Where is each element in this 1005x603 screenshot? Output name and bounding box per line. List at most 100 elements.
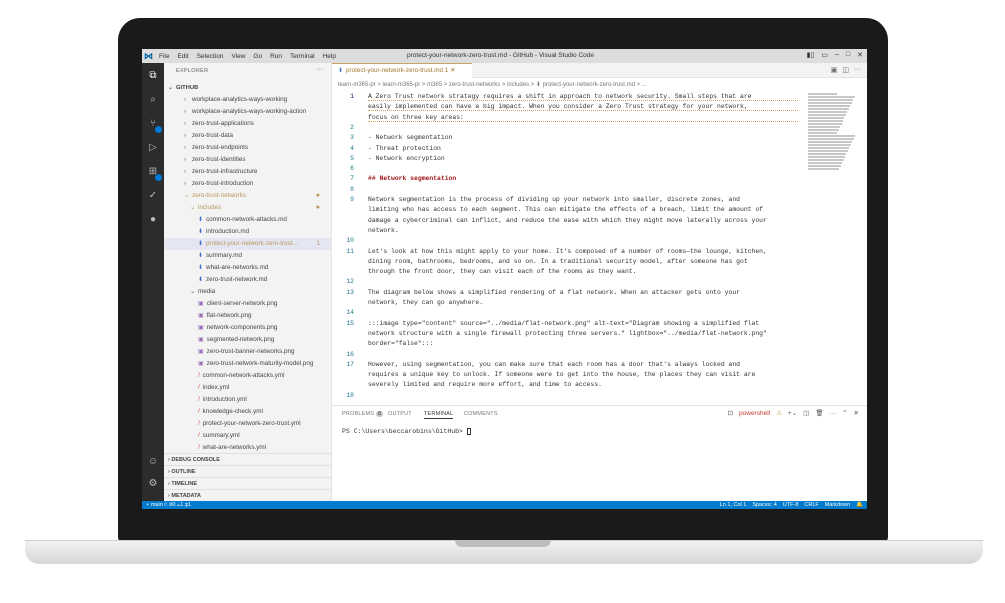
account-icon[interactable]: ☺ [146, 455, 160, 469]
section-metadata[interactable]: › METADATA [164, 489, 332, 501]
source-control-icon[interactable]: ⑂ [146, 117, 162, 133]
tab-problems[interactable]: PROBLEMS 8 [342, 411, 384, 417]
menu-selection[interactable]: Selection [193, 53, 228, 60]
tree-file[interactable]: ▣ network-components.png [164, 322, 332, 334]
menu-file[interactable]: File [155, 53, 173, 60]
tree-folder[interactable]: › zero-trust-applications [164, 118, 332, 130]
code-line[interactable]: :::image type="content" source="../media… [368, 320, 798, 327]
more-icon[interactable]: ··· [854, 66, 861, 74]
run-debug-icon[interactable]: ▷ [146, 141, 160, 155]
tree-folder[interactable]: › zero-trust-endpoints [164, 142, 332, 154]
code-line[interactable]: - Network segmentation [368, 134, 798, 141]
new-terminal-icon[interactable]: +⌄ [788, 409, 797, 417]
preview-icon[interactable]: ▣ [831, 66, 838, 74]
menu-view[interactable]: View [227, 53, 249, 60]
section-outline[interactable]: › OUTLINE [164, 465, 332, 477]
tree-file[interactable]: ! index.yml [164, 382, 332, 394]
tree-file[interactable]: ▣ flat-network.png [164, 310, 332, 322]
trash-icon[interactable]: 🗑 [815, 409, 823, 417]
tree-file[interactable]: ! introduction.yml [164, 394, 332, 406]
maximize-icon[interactable]: □ [846, 51, 850, 59]
menu-run[interactable]: Run [266, 53, 286, 60]
breadcrumb[interactable]: learn-m365-pr > learn-m365-pr > m365 > z… [338, 81, 647, 88]
tab-comments[interactable]: COMMENTS [464, 411, 498, 417]
section-debug-console[interactable]: › DEBUG CONSOLE [164, 453, 332, 465]
tree-file[interactable]: ⬇ summary.md [164, 250, 332, 262]
tree-folder[interactable]: › zero-trust-infrastructure [164, 166, 332, 178]
code-line[interactable]: easily implemented can have a big impact… [368, 103, 798, 112]
code-line[interactable]: A Zero Trust network strategy requires a… [368, 93, 798, 101]
search-icon[interactable]: ⌕ [146, 93, 160, 107]
encoding[interactable]: UTF-8 [783, 501, 799, 509]
testing-icon[interactable]: ✓ [146, 189, 160, 203]
tree-folder[interactable]: › zero-trust-data [164, 130, 332, 142]
code-line[interactable]: through the front door, they can visit e… [368, 268, 798, 275]
menu-terminal[interactable]: Terminal [286, 53, 319, 60]
cursor-position[interactable]: Ln 1, Col 1 [720, 501, 747, 509]
explorer-icon[interactable]: ⧉ [146, 69, 160, 83]
code-line[interactable]: The diagram below shows a simplified ren… [368, 289, 798, 296]
tree-file-selected[interactable]: ⬇ protect-your-network-zero-trust... 1 [164, 238, 332, 250]
shell-name[interactable]: powershell [739, 410, 770, 417]
tree-file[interactable]: ! common-network-attacks.yml [164, 370, 332, 382]
tree-folder[interactable]: › workplace-analytics-ways-working [164, 94, 332, 106]
close-icon[interactable]: ✕ [857, 51, 863, 59]
section-timeline[interactable]: › TIMELINE [164, 477, 332, 489]
code-line[interactable]: limiting who has access to each segment.… [368, 206, 798, 213]
tree-folder[interactable]: › zero-trust-identities [164, 154, 332, 166]
code-line[interactable]: severely limited and require more effort… [368, 381, 798, 388]
split-editor-icon[interactable]: ◫ [842, 66, 849, 74]
code-line[interactable]: network, they can go anywhere. [368, 299, 798, 306]
settings-gear-icon[interactable]: ⚙ [146, 477, 160, 491]
eol[interactable]: CRLF [804, 501, 818, 509]
menu-edit[interactable]: Edit [173, 53, 192, 60]
tree-root[interactable]: ⌄ GITHUB [164, 82, 332, 94]
tree-file[interactable]: ⬇ zero-trust-network.md [164, 274, 332, 286]
code-editor[interactable]: 1 A Zero Trust network strategy requires … [332, 93, 798, 403]
tree-folder-open[interactable]: ⌄ includes ● [164, 202, 332, 214]
tab-output[interactable]: OUTPUT [388, 411, 412, 417]
code-line[interactable]: ## Network segmentation [368, 175, 798, 182]
close-panel-icon[interactable]: ✕ [854, 409, 859, 417]
code-line[interactable]: requires a unique key to unlock. If some… [368, 371, 798, 378]
code-line[interactable]: network. [368, 227, 798, 234]
minimize-icon[interactable]: – [835, 51, 839, 59]
code-line[interactable]: damage a cybercriminal can inflict, and … [368, 217, 798, 224]
tree-file[interactable]: ▣ segmented-network.png [164, 334, 332, 346]
notifications-icon[interactable]: 🔔 [856, 501, 863, 509]
tree-folder-open[interactable]: ⌄ zero-trust-networks ● [164, 190, 332, 202]
tree-file[interactable]: ! knowledge-check.yml [164, 406, 332, 418]
tab-terminal[interactable]: TERMINAL [424, 411, 454, 419]
code-line[interactable]: However, using segmentation, you can mak… [368, 361, 798, 368]
minimap[interactable] [808, 93, 856, 173]
indentation[interactable]: Spaces: 4 [752, 501, 776, 509]
maximize-panel-icon[interactable]: ⌃ [842, 409, 847, 417]
code-line[interactable]: - Threat protection [368, 145, 798, 152]
tree-file[interactable]: ! summary.yml [164, 430, 332, 442]
menu-help[interactable]: Help [319, 53, 340, 60]
terminal-prompt[interactable]: PS C:\Users\beccarobins\GitHub> [342, 428, 471, 435]
language-mode[interactable]: Markdown [825, 501, 850, 509]
more-icon[interactable]: ··· [830, 410, 837, 417]
tree-folder[interactable]: › workplace-analytics-ways-working-action [164, 106, 332, 118]
panel-toggle-icon[interactable]: ▭ [821, 51, 828, 59]
branch-status[interactable]: ⑂ main ⟳ ⊗0 ⚠1 ⓘ1 [146, 501, 191, 509]
code-line[interactable]: focus on three key areas: [368, 114, 798, 122]
tree-folder[interactable]: › zero-trust-introduction [164, 178, 332, 190]
github-icon[interactable]: ● [146, 213, 160, 227]
code-line[interactable]: border="false"::: [368, 340, 798, 347]
tree-file[interactable]: ⬇ introduction.md [164, 226, 332, 238]
code-line[interactable]: Network segmentation is the process of d… [368, 196, 798, 203]
code-line[interactable]: - Network encryption [368, 155, 798, 162]
tab-protect-your-network[interactable]: ⬇ protect-your-network-zero-trust.md 1 ✕ [332, 63, 472, 78]
layout-icon[interactable]: ▮▯ [807, 51, 815, 59]
menu-go[interactable]: Go [249, 53, 266, 60]
code-line[interactable]: Let's look at how this might apply to yo… [368, 248, 798, 255]
tree-file[interactable]: ▣ zero-trust-network-maturity-model.png [164, 358, 332, 370]
tree-file[interactable]: ⬇ what-are-networks.md [164, 262, 332, 274]
extensions-icon[interactable]: ⊞ [146, 165, 162, 181]
more-actions-icon[interactable]: ··· [316, 66, 323, 73]
tab-close-icon[interactable]: ✕ [450, 67, 455, 74]
tree-file[interactable]: ▣ client-server-network.png [164, 298, 332, 310]
tree-file[interactable]: ⬇ common-network-attacks.md [164, 214, 332, 226]
